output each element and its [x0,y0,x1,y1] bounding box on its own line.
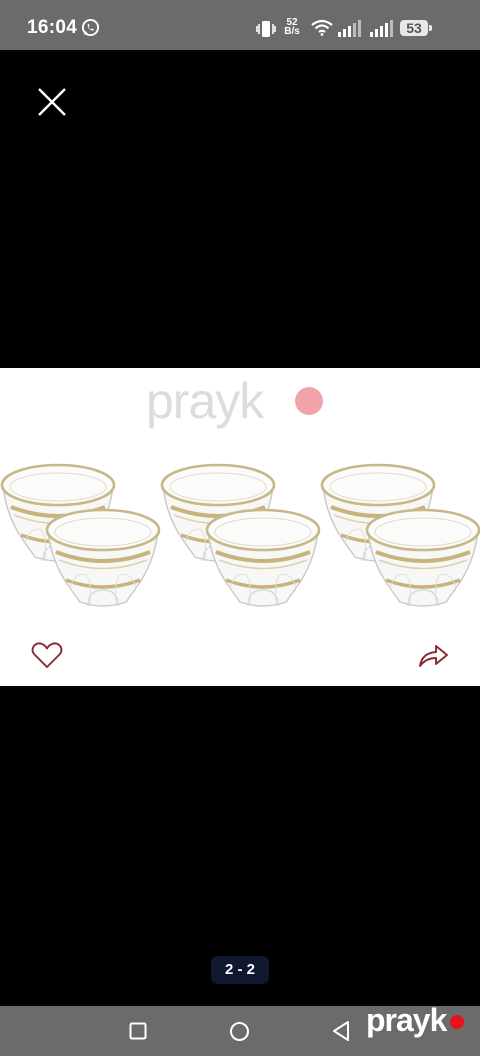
brand-logo-dot [450,1015,464,1029]
page-indicator: 2 - 2 [211,956,269,984]
wifi-icon [311,19,333,36]
back-icon [333,1021,349,1041]
cup-2 [45,508,161,608]
like-button[interactable] [30,640,64,672]
share-button[interactable] [416,640,450,672]
recent-apps-button[interactable] [129,1022,147,1040]
back-button[interactable] [331,1020,351,1042]
heart-icon [31,642,63,668]
whatsapp-icon [81,18,100,37]
home-button[interactable] [229,1021,250,1042]
recent-apps-icon [129,1022,147,1040]
brand-logo: prayk [366,1002,447,1038]
watermark-dot [295,387,323,415]
tea-cups-image [0,463,480,608]
close-icon [38,88,66,116]
cup-4 [205,508,321,608]
battery-icon: 53 [400,20,428,36]
status-time: 16:04 [27,17,78,38]
battery-tip [429,25,432,31]
vibrate-icon [256,21,276,37]
network-speed: 52 B/s [283,18,301,37]
status-bar: 16:04 52 B/s 53 [0,0,480,50]
share-icon [419,645,448,667]
signal-icon [370,20,393,37]
close-button[interactable] [34,84,70,120]
cup-6 [365,508,480,608]
signal-icon [338,20,361,37]
watermark: prayk [146,373,264,429]
network-speed-unit: B/s [284,26,300,37]
home-icon [230,1022,249,1041]
